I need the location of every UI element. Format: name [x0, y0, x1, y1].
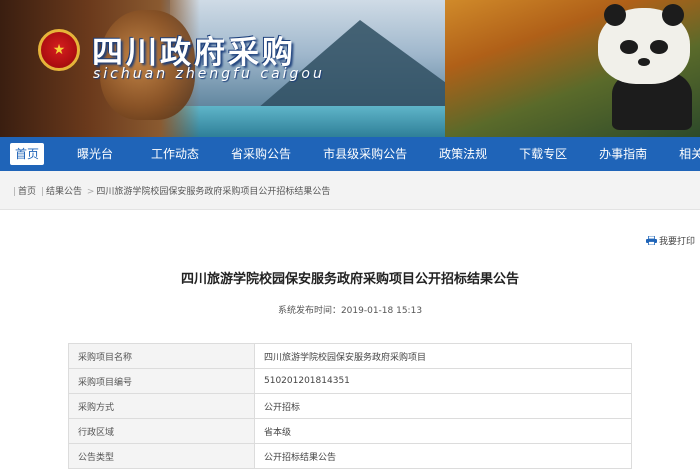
breadcrumb-result-notice[interactable]: 结果公告 — [46, 187, 82, 197]
row-value: 省本级 — [254, 418, 632, 444]
nav-item-home[interactable]: 首页 — [10, 143, 45, 165]
article-title: 四川旅游学院校园保安服务政府采购项目公开招标结果公告 — [180, 272, 519, 287]
nav-item-city-county-notices[interactable]: 市县级采购公告 — [318, 143, 412, 165]
publish-time: 系统发布时间：2019-01-18 15:13 — [277, 306, 423, 316]
nav-item-work-news[interactable]: 工作动态 — [146, 143, 204, 165]
row-value: 四川旅游学院校园保安服务政府采购项目 — [254, 343, 632, 369]
national-emblem-icon: ★ — [38, 29, 80, 71]
printer-icon — [646, 236, 657, 245]
row-value: 公开招标结果公告 — [254, 443, 632, 469]
table-row: 采购项目名称 四川旅游学院校园保安服务政府采购项目 — [68, 343, 632, 369]
print-button[interactable]: 我要打印 — [646, 234, 695, 247]
header-banner: ★ 四川政府采购 sichuan zhengfu caigou — [0, 0, 700, 137]
row-label: 公告类型 — [68, 443, 255, 469]
nav-item-provincial-notices[interactable]: 省采购公告 — [226, 143, 296, 165]
nav-item-exposure[interactable]: 曝光台 — [72, 143, 118, 165]
row-label: 采购项目编号 — [68, 368, 255, 394]
breadcrumb-bar: | 首页 | 结果公告 > 四川旅游学院校园保安服务政府采购项目公开招标结果公告 — [0, 171, 700, 210]
row-label: 采购方式 — [68, 393, 255, 419]
table-row: 采购方式 公开招标 — [68, 393, 632, 419]
row-label: 采购项目名称 — [68, 343, 255, 369]
table-row: 公告类型 公开招标结果公告 — [68, 443, 632, 469]
print-label: 我要打印 — [659, 237, 696, 247]
table-row: 行政区域 省本级 — [68, 418, 632, 444]
project-info-table: 采购项目名称 四川旅游学院校园保安服务政府采购项目 采购项目编号 5102012… — [68, 343, 632, 469]
nav-item-related[interactable]: 相关模块 — [674, 143, 700, 165]
nav-item-policies[interactable]: 政策法规 — [434, 143, 492, 165]
breadcrumb-home[interactable]: 首页 — [18, 187, 36, 197]
breadcrumb: | 首页 | 结果公告 > 四川旅游学院校园保安服务政府采购项目公开招标结果公告 — [13, 187, 331, 197]
row-value: 公开招标 — [254, 393, 632, 419]
row-value: 510201201814351 — [254, 368, 632, 394]
site-subtitle: sichuan zhengfu caigou — [93, 66, 325, 82]
nav-item-downloads[interactable]: 下载专区 — [514, 143, 572, 165]
banner-panda — [598, 4, 690, 84]
main-nav: 首页 曝光台 工作动态省采购公告市县级采购公告政策法规下载专区办事指南相关模块 — [0, 137, 700, 171]
row-label: 行政区域 — [68, 418, 255, 444]
breadcrumb-current: 四川旅游学院校园保安服务政府采购项目公开招标结果公告 — [96, 187, 331, 197]
table-row: 采购项目编号 510201201814351 — [68, 368, 632, 394]
nav-item-guide[interactable]: 办事指南 — [594, 143, 652, 165]
